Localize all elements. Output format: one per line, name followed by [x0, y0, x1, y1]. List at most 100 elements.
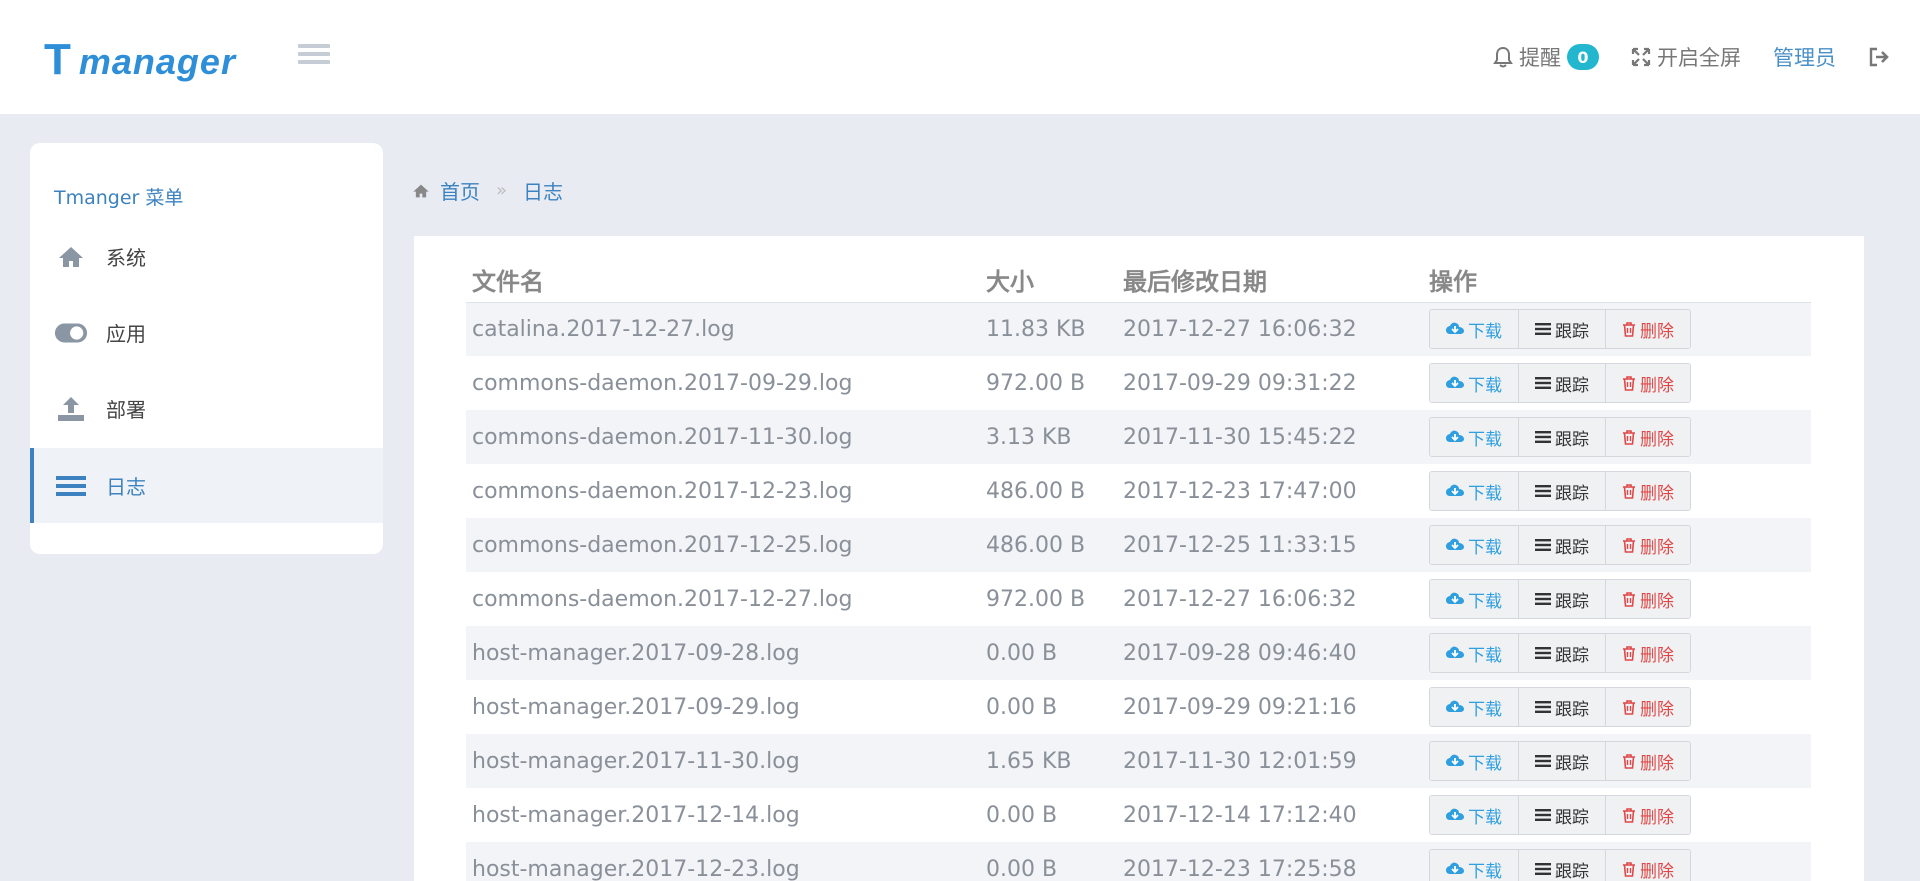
table-header-row: 文件名 大小 最后修改日期 操作: [466, 258, 1811, 303]
delete-button[interactable]: 删除: [1606, 580, 1690, 618]
cloud-download-icon: [1446, 646, 1464, 658]
download-button[interactable]: 下载: [1430, 688, 1519, 726]
breadcrumb-separator: »: [496, 180, 508, 201]
logo-letter: T: [44, 35, 71, 84]
home-icon: [54, 244, 88, 270]
delete-label: 删除: [1640, 321, 1674, 342]
delete-button[interactable]: 删除: [1606, 364, 1690, 402]
actions-cell: 下载 跟踪 删除: [1423, 572, 1811, 626]
list-icon: [1535, 593, 1551, 605]
delete-button[interactable]: 删除: [1606, 796, 1690, 834]
list-icon: [54, 473, 88, 499]
trace-label: 跟踪: [1555, 645, 1589, 666]
trace-button[interactable]: 跟踪: [1519, 526, 1606, 564]
download-button[interactable]: 下载: [1430, 472, 1519, 510]
menu-toggle-icon[interactable]: [298, 44, 330, 70]
file-date-cell: 2017-09-29 09:21:16: [1123, 694, 1357, 720]
trace-button[interactable]: 跟踪: [1519, 688, 1606, 726]
delete-button[interactable]: 删除: [1606, 472, 1690, 510]
trace-button[interactable]: 跟踪: [1519, 364, 1606, 402]
cloud-download-icon: [1446, 376, 1464, 388]
list-icon: [1535, 809, 1551, 821]
admin-link[interactable]: 管理员: [1773, 42, 1836, 72]
delete-button[interactable]: 删除: [1606, 742, 1690, 780]
download-button[interactable]: 下载: [1430, 850, 1519, 881]
sidebar-item-apps[interactable]: 应用: [30, 295, 383, 370]
file-date-cell: 2017-12-23 17:25:58: [1123, 856, 1357, 881]
trace-button[interactable]: 跟踪: [1519, 742, 1606, 780]
file-name-cell: commons-daemon.2017-12-25.log: [472, 532, 853, 558]
trace-button[interactable]: 跟踪: [1519, 580, 1606, 618]
trace-button[interactable]: 跟踪: [1519, 850, 1606, 881]
cloud-download-icon: [1446, 754, 1464, 766]
sign-out-icon: [1869, 47, 1889, 67]
file-name-cell: host-manager.2017-12-23.log: [472, 856, 800, 881]
table-row: commons-daemon.2017-12-23.log 486.00 B 2…: [466, 464, 1811, 518]
remind-button[interactable]: 提醒 0: [1493, 42, 1599, 72]
delete-button[interactable]: 删除: [1606, 850, 1690, 881]
file-date-cell: 2017-12-23 17:47:00: [1123, 478, 1357, 504]
delete-button[interactable]: 删除: [1606, 688, 1690, 726]
download-label: 下载: [1468, 807, 1502, 828]
logout-button[interactable]: [1868, 47, 1890, 67]
trash-icon: [1623, 483, 1635, 499]
download-button[interactable]: 下载: [1430, 310, 1519, 349]
trace-label: 跟踪: [1555, 483, 1589, 504]
file-date-cell: 2017-09-29 09:31:22: [1123, 370, 1357, 396]
header-actions: 提醒 0 开启全屏 管理员: [1493, 0, 1890, 114]
list-icon: [1535, 431, 1551, 443]
list-icon: [1535, 485, 1551, 497]
trace-button[interactable]: 跟踪: [1519, 310, 1606, 349]
delete-button[interactable]: 删除: [1606, 418, 1690, 456]
column-header-filename: 文件名: [466, 258, 980, 303]
sidebar-item-deploy[interactable]: 部署: [30, 371, 383, 446]
trace-button[interactable]: 跟踪: [1519, 796, 1606, 834]
table-row: host-manager.2017-12-23.log 0.00 B 2017-…: [466, 842, 1811, 881]
delete-label: 删除: [1640, 861, 1674, 881]
sidebar-item-logs[interactable]: 日志: [30, 448, 383, 523]
row-action-group: 下载 跟踪 删除: [1429, 633, 1691, 673]
trace-button[interactable]: 跟踪: [1519, 418, 1606, 456]
log-file-panel: 文件名 大小 最后修改日期 操作 catalina.2017-12-27.log…: [414, 236, 1864, 881]
row-action-group: 下载 跟踪 删除: [1429, 309, 1691, 350]
row-action-group: 下载 跟踪 删除: [1429, 849, 1691, 881]
file-date-cell: 2017-12-27 16:06:32: [1123, 586, 1357, 612]
download-button[interactable]: 下载: [1430, 742, 1519, 780]
trash-icon: [1623, 537, 1635, 553]
delete-button[interactable]: 删除: [1606, 634, 1690, 672]
app-logo[interactable]: T manager: [44, 28, 236, 82]
breadcrumb-home-link[interactable]: 首页: [440, 176, 480, 205]
delete-label: 删除: [1640, 645, 1674, 666]
download-label: 下载: [1468, 753, 1502, 774]
download-button[interactable]: 下载: [1430, 418, 1519, 456]
cloud-download-icon: [1446, 592, 1464, 604]
trace-label: 跟踪: [1555, 699, 1589, 720]
actions-cell: 下载 跟踪 删除: [1423, 788, 1811, 842]
trace-button[interactable]: 跟踪: [1519, 472, 1606, 510]
file-name-cell: host-manager.2017-09-29.log: [472, 694, 800, 720]
file-size-cell: 0.00 B: [986, 802, 1058, 828]
delete-button[interactable]: 删除: [1606, 310, 1690, 349]
cloud-download-icon: [1446, 862, 1464, 874]
trace-label: 跟踪: [1555, 861, 1589, 881]
file-date-cell: 2017-12-27 16:06:32: [1123, 316, 1357, 342]
sidebar-item-label: 部署: [106, 398, 146, 422]
toggle-icon: [54, 320, 88, 346]
delete-label: 删除: [1640, 375, 1674, 396]
list-icon: [1535, 539, 1551, 551]
download-button[interactable]: 下载: [1430, 364, 1519, 402]
download-button[interactable]: 下载: [1430, 634, 1519, 672]
download-button[interactable]: 下载: [1430, 526, 1519, 564]
delete-button[interactable]: 删除: [1606, 526, 1690, 564]
download-button[interactable]: 下载: [1430, 580, 1519, 618]
trace-button[interactable]: 跟踪: [1519, 634, 1606, 672]
file-name-cell: host-manager.2017-09-28.log: [472, 640, 800, 666]
file-name-cell: catalina.2017-12-27.log: [472, 316, 735, 342]
expand-icon: [1631, 47, 1651, 67]
file-size-cell: 486.00 B: [986, 532, 1086, 558]
file-date-cell: 2017-12-25 11:33:15: [1123, 532, 1357, 558]
cloud-download-icon: [1446, 322, 1464, 335]
fullscreen-button[interactable]: 开启全屏: [1631, 42, 1741, 72]
download-button[interactable]: 下载: [1430, 796, 1519, 834]
sidebar-item-system[interactable]: 系统: [30, 219, 383, 294]
